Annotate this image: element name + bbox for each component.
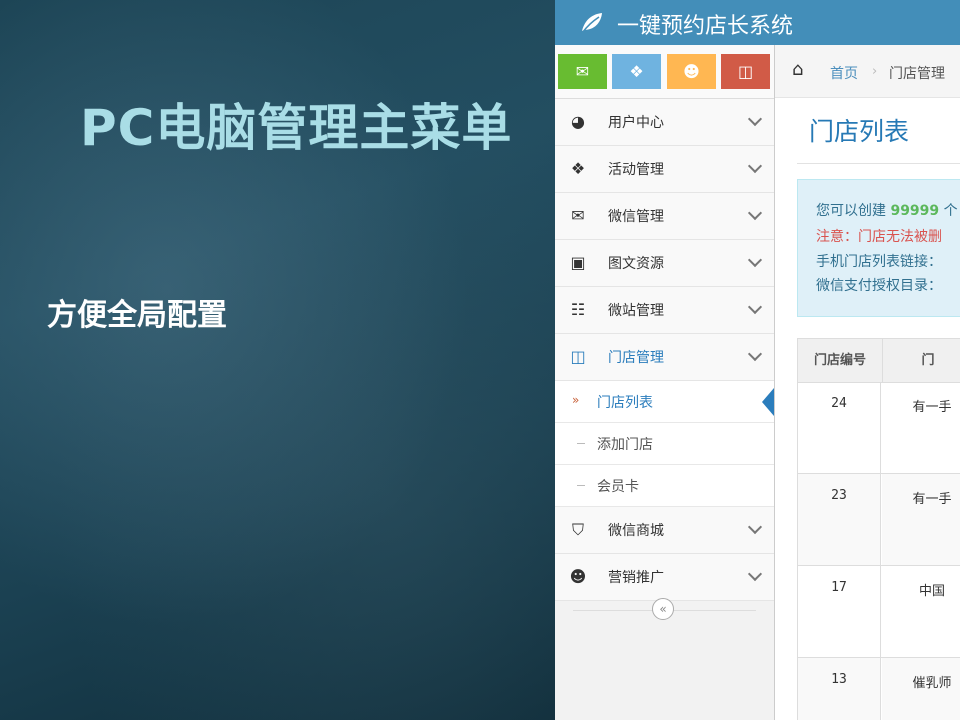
picture-icon: ▣	[570, 253, 586, 272]
group-icon: ☻	[683, 62, 700, 81]
sidebar-item-label: 微信管理	[608, 209, 664, 225]
breadcrumb-current: 门店管理	[889, 66, 945, 82]
chevron-down-icon	[747, 158, 763, 174]
sidebar-collapse: «	[555, 593, 774, 623]
chevron-down-icon	[747, 252, 763, 268]
tree-dash	[577, 443, 585, 444]
top-navbar: 一键预约店长系统	[555, 0, 960, 45]
sidebar: ✉ ❖ ☻ ◫ ◕ 用户中心 ❖ 活动管理 ✉ 微信管理 ▣ 图文资源 ☷ 微站…	[555, 45, 775, 720]
comments-icon: ✉	[571, 206, 585, 225]
table-row[interactable]: 13 催乳师	[797, 658, 960, 720]
columns-icon: ◫	[737, 62, 754, 81]
table-cell-name: 中国	[918, 584, 945, 599]
table-cell-id: 13	[797, 658, 881, 720]
sidebar-item-label: 营销推广	[608, 570, 664, 586]
chevron-down-icon	[747, 205, 763, 221]
collapse-sidebar-button[interactable]: «	[652, 598, 674, 620]
sidebar-item-media[interactable]: ▣ 图文资源	[555, 240, 774, 287]
table-cell-id: 23	[797, 474, 881, 565]
subnav-item-label: 会员卡	[597, 479, 639, 495]
table-cell-name: 有一手	[912, 400, 952, 415]
table-cell-name: 有一手	[882, 474, 960, 565]
alert-line-mobile-link: 手机门店列表链接：	[816, 254, 942, 270]
gift-icon: ❖	[570, 159, 586, 178]
shortcut-group-button[interactable]: ☻	[667, 54, 716, 89]
shortcut-columns-button[interactable]: ◫	[721, 54, 770, 89]
sidebar-item-user-center[interactable]: ◕ 用户中心	[555, 99, 774, 146]
chevron-down-icon	[747, 299, 763, 315]
subnav-item-member-card[interactable]: 会员卡	[555, 465, 774, 507]
brand-title[interactable]: 一键预约店长系统	[617, 8, 793, 40]
double-angle-left-icon: «	[659, 602, 667, 616]
leaf-icon	[582, 13, 602, 33]
chevron-down-icon	[747, 566, 763, 582]
sidebar-item-store[interactable]: ◫ 门店管理	[555, 334, 774, 381]
table-row[interactable]: 24 有一手	[797, 382, 960, 474]
sidebar-item-label: 活动管理	[608, 162, 664, 178]
sidebar-item-label: 微站管理	[608, 303, 664, 319]
subnav-item-label: 添加门店	[597, 437, 653, 453]
subnav-item-store-list[interactable]: » 门店列表	[555, 381, 774, 423]
alert-line-warning: 注意：门店无法被删	[816, 229, 942, 245]
subnav-item-add-store[interactable]: 添加门店	[555, 423, 774, 465]
group-icon: ☻	[569, 567, 587, 586]
chevron-right-icon: ›	[872, 64, 878, 79]
alert-quota-suffix: 个	[943, 203, 958, 219]
shortcut-gift-button[interactable]: ❖	[612, 54, 661, 89]
double-angle-right-icon: »	[572, 393, 580, 407]
sidebar-item-label: 图文资源	[608, 256, 664, 272]
subnav-item-label: 门店列表	[597, 395, 653, 411]
table-cell-id: 17	[797, 566, 881, 657]
app-screenshot: 一键预约店长系统 ✉ ❖ ☻ ◫ ◕ 用户中心 ❖ 活动管理 ✉ 微信管理 ▣ …	[555, 0, 960, 720]
table-header-store-id[interactable]: 门店编号	[797, 338, 883, 383]
sidebar-item-mall[interactable]: ⛉ 微信商城	[555, 507, 774, 554]
table-cell-id: 24	[797, 382, 881, 473]
gift-icon: ❖	[629, 62, 644, 81]
chevron-down-icon	[747, 111, 763, 127]
main-content: ⌂ 首页 › 门店管理 门店列表 您可以创建 99999 个 注意：门店无法被删…	[775, 45, 960, 720]
sitemap-icon: ☷	[570, 300, 586, 319]
divider	[797, 163, 960, 164]
sidebar-item-label: 门店管理	[608, 350, 664, 366]
alert-quota-prefix: 您可以创建	[816, 203, 886, 219]
sidebar-item-microsite[interactable]: ☷ 微站管理	[555, 287, 774, 334]
breadcrumb: ⌂ 首页 › 门店管理	[775, 45, 960, 98]
alert-quota-number: 99999	[890, 203, 940, 219]
chevron-down-icon	[747, 346, 763, 362]
home-icon: ⌂	[792, 59, 804, 80]
table-row[interactable]: 17 中国	[797, 566, 960, 658]
columns-icon: ◫	[570, 347, 586, 366]
sidebar-item-label: 用户中心	[608, 115, 664, 131]
slide-title: PC电脑管理主菜单	[80, 99, 513, 157]
slide-background: PC电脑管理主菜单 方便全局配置	[0, 0, 555, 720]
cart-icon: ⛉	[571, 520, 584, 539]
table-row[interactable]: 23 有一手	[797, 474, 960, 566]
chevron-down-icon	[747, 519, 763, 535]
breadcrumb-home-link[interactable]: 首页	[830, 63, 858, 83]
tree-dash	[577, 485, 585, 486]
table-cell-name: 催乳师	[882, 658, 960, 720]
page-title: 门店列表	[809, 117, 910, 146]
alert-line-quota: 您可以创建 99999 个	[816, 200, 958, 220]
slide-subtitle: 方便全局配置	[47, 298, 227, 333]
alert-line-pay-dir: 微信支付授权目录：	[816, 278, 942, 294]
active-indicator	[762, 388, 774, 416]
table-header-store-name[interactable]: 门	[882, 338, 960, 383]
sidebar-shortcuts: ✉ ❖ ☻ ◫	[555, 45, 774, 99]
sidebar-item-label: 微信商城	[608, 523, 664, 539]
info-alert: 您可以创建 99999 个 注意：门店无法被删 手机门店列表链接： 微信支付授权…	[797, 179, 960, 317]
sidebar-item-wechat[interactable]: ✉ 微信管理	[555, 193, 774, 240]
sidebar-item-activity[interactable]: ❖ 活动管理	[555, 146, 774, 193]
dashboard-icon: ◕	[571, 112, 585, 131]
shortcut-comments-button[interactable]: ✉	[558, 54, 607, 89]
comments-icon: ✉	[575, 62, 590, 81]
